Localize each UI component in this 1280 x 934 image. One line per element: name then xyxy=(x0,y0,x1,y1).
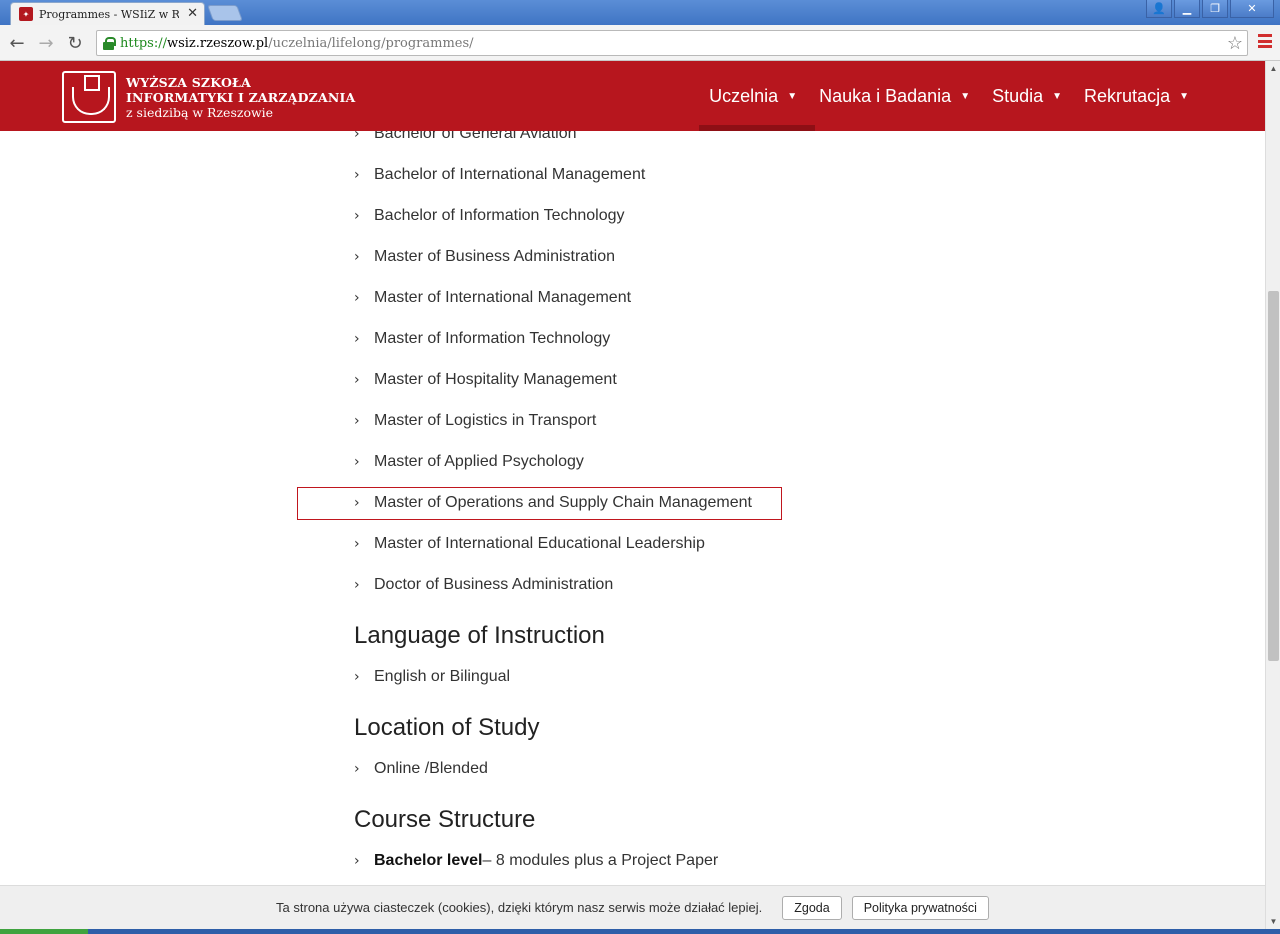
chevron-right-icon: › xyxy=(354,853,360,869)
os-taskbar-edge xyxy=(0,929,1280,934)
chevron-right-icon: › xyxy=(354,167,360,183)
university-logo[interactable]: WYŻSZA SZKOŁA INFORMATYKI I ZARZĄDZANIA … xyxy=(62,71,355,123)
chevron-right-icon: › xyxy=(354,761,360,777)
nav-item-uczelnia[interactable]: Uczelnia ▼ xyxy=(699,61,816,131)
chevron-right-icon: › xyxy=(354,577,360,593)
browser-toolbar: ← → ↻ https:// wsiz.rzeszow.pl /uczelnia… xyxy=(0,25,1280,61)
list-item: › Bachelor level – 8 modules plus a Proje… xyxy=(354,852,719,869)
logo-line-3: z siedzibą w Rzeszowie xyxy=(126,104,274,120)
address-bar[interactable]: https:// wsiz.rzeszow.pl /uczelnia/lifel… xyxy=(96,30,1248,56)
restore-icon[interactable]: ❐ xyxy=(1202,0,1228,18)
chevron-right-icon: › xyxy=(354,372,360,388)
forward-arrow-icon[interactable]: → xyxy=(35,32,57,54)
chevron-right-icon: › xyxy=(354,413,360,429)
page-viewport: › Bachelor of General Aviation › Bachelor … xyxy=(0,131,1265,885)
location-heading: Location of Study xyxy=(354,714,540,741)
lock-icon xyxy=(103,36,116,50)
caret-down-icon: ▼ xyxy=(960,90,971,102)
chevron-right-icon: › xyxy=(354,536,360,552)
scroll-up-arrow-icon[interactable]: ▲ xyxy=(1266,61,1280,76)
minimize-icon[interactable]: ▁ xyxy=(1174,0,1200,18)
privacy-policy-button[interactable]: Polityka prywatności xyxy=(851,895,989,920)
caret-down-icon: ▼ xyxy=(1179,90,1189,102)
nav-item-nauka-i-badania[interactable]: Nauka i Badania ▼ xyxy=(819,61,970,131)
site-header: WYŻSZA SZKOŁA INFORMATYKI I ZARZĄDZANIA … xyxy=(0,61,1265,131)
caret-down-icon: ▼ xyxy=(787,90,798,102)
tab-close-icon[interactable]: ✕ xyxy=(187,6,198,21)
chevron-right-icon: › xyxy=(354,249,360,265)
cookie-accept-button[interactable]: Zgoda xyxy=(782,895,842,920)
url-path: /uczelnia/lifelong/programmes/ xyxy=(268,35,474,51)
site-favicon-icon: ✦ xyxy=(19,7,33,21)
list-item[interactable]: › Master of Logistics in Transport xyxy=(354,406,596,436)
list-item[interactable]: › Master of Hospitality Management xyxy=(354,365,617,395)
url-scheme: https:// xyxy=(120,35,167,51)
chevron-right-icon: › xyxy=(354,290,360,306)
list-item[interactable]: › Master of Information Technology xyxy=(354,324,610,354)
list-item[interactable]: › Master of Applied Psychology xyxy=(354,447,584,477)
chevron-right-icon: › xyxy=(354,331,360,347)
list-item: › English or Bilingual xyxy=(354,668,511,685)
chevron-right-icon: › xyxy=(354,131,360,142)
tab-title: Programmes - WSIiZ w Rzes xyxy=(39,7,179,21)
logo-emblem-icon xyxy=(62,71,116,123)
url-host: wsiz.rzeszow.pl xyxy=(166,35,269,51)
page-scrollbar[interactable]: ▲ ▼ xyxy=(1265,61,1280,929)
browser-menu-icon[interactable] xyxy=(1258,34,1272,48)
logo-line-1: WYŻSZA SZKOŁA xyxy=(126,74,252,90)
browser-tab-bar: ✦ Programmes - WSIiZ w Rzes ✕ 👤 ▁ ❐ ✕ xyxy=(0,0,1280,25)
logo-line-2: INFORMATYKI I ZARZĄDZANIA xyxy=(126,89,356,105)
list-item-highlighted[interactable]: › Master of Operations and Supply Chain M… xyxy=(354,488,752,518)
caret-down-icon: ▼ xyxy=(1052,90,1063,102)
window-controls: 👤 ▁ ❐ ✕ xyxy=(1146,0,1274,18)
new-tab-button[interactable] xyxy=(207,5,243,21)
list-item[interactable]: › Bachelor of General Aviation xyxy=(354,131,577,149)
list-item[interactable]: › Doctor of Business Administration xyxy=(354,570,613,600)
list-item: › Online /Blended xyxy=(354,760,488,777)
list-item[interactable]: › Master of Business Administration xyxy=(354,242,615,272)
chevron-right-icon: › xyxy=(354,454,360,470)
cookie-message: Ta strona używa ciasteczek (cookies), dz… xyxy=(276,900,763,915)
main-navigation: Uczelnia ▼ Nauka i Badania ▼ Studia ▼ Rekru… xyxy=(699,61,1189,131)
user-profile-icon[interactable]: 👤 xyxy=(1146,0,1172,18)
bookmark-star-icon[interactable]: ☆ xyxy=(1227,33,1243,54)
cookie-consent-bar: Ta strona używa ciasteczek (cookies), dz… xyxy=(0,885,1265,929)
list-item[interactable]: › Master of International Educational Lea… xyxy=(354,529,705,559)
back-arrow-icon[interactable]: ← xyxy=(6,32,28,54)
browser-tab[interactable]: ✦ Programmes - WSIiZ w Rzes ✕ xyxy=(10,2,205,25)
language-heading: Language of Instruction xyxy=(354,622,605,649)
chevron-right-icon: › xyxy=(354,208,360,224)
scrollbar-thumb[interactable] xyxy=(1268,291,1279,661)
window-close-icon[interactable]: ✕ xyxy=(1230,0,1274,18)
nav-item-studia[interactable]: Studia ▼ xyxy=(992,61,1062,131)
list-item[interactable]: › Bachelor of International Management xyxy=(354,160,645,190)
list-item[interactable]: › Bachelor of Information Technology xyxy=(354,201,625,231)
scroll-down-arrow-icon[interactable]: ▼ xyxy=(1266,914,1280,929)
list-item[interactable]: › Master of International Management xyxy=(354,283,631,313)
chevron-right-icon: › xyxy=(354,669,360,685)
chevron-right-icon: › xyxy=(354,495,360,511)
nav-item-rekrutacja[interactable]: Rekrutacja ▼ xyxy=(1084,61,1189,131)
course-structure-heading: Course Structure xyxy=(354,806,536,833)
reload-icon[interactable]: ↻ xyxy=(64,32,86,54)
